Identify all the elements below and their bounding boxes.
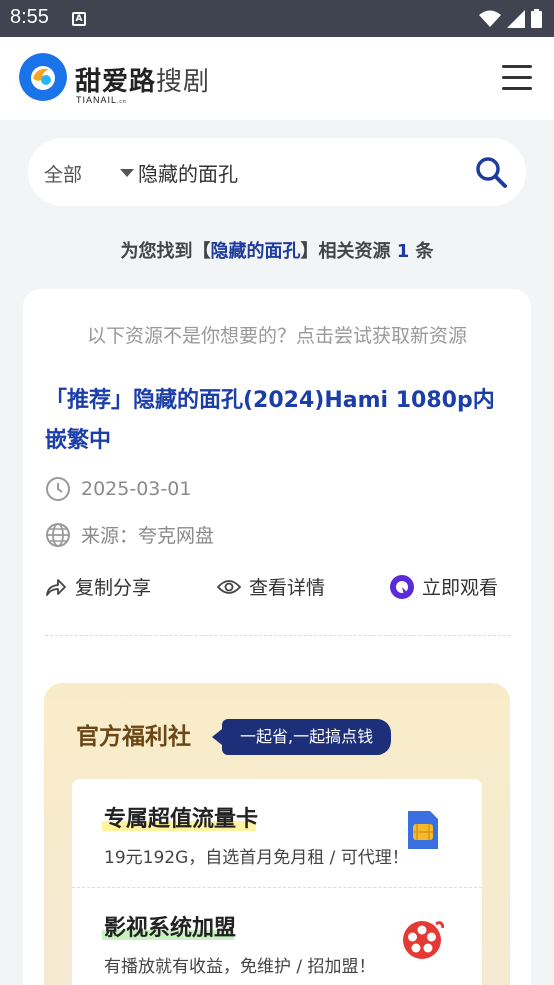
promo-panel: 官方福利社 一起省,一起搞点钱 专属超值流量卡 19元192G，自选首月免月租 … (44, 683, 510, 985)
promo-item-name-text: 影视系统加盟 (104, 916, 237, 941)
sim-card-icon (408, 811, 438, 849)
eye-icon (217, 579, 241, 594)
promo-item-name: 专属超值流量卡 (102, 801, 259, 833)
promo-title: 官方福利社 (76, 724, 191, 750)
caret-down-icon[interactable] (120, 169, 134, 177)
watch-now-button[interactable]: 立即观看 (390, 573, 498, 600)
clock-icon (46, 477, 70, 501)
result-source: 来源：夸克网盘 (81, 525, 215, 547)
watch-now-label: 立即观看 (422, 577, 499, 599)
search-icon[interactable] (474, 155, 508, 189)
result-card: 以下资源不是你想要的？点击尝试获取新资源 「推荐」隐藏的面孔(2024)Hami… (23, 289, 531, 985)
promo-item-sim-card[interactable]: 专属超值流量卡 19元192G，自选首月免月租 / 可代理！ (72, 779, 482, 887)
share-icon (46, 578, 66, 596)
quark-icon (390, 574, 414, 599)
copy-share-label: 复制分享 (75, 577, 152, 599)
source-row: 来源：夸克网盘 (45, 521, 214, 548)
result-summary: 为您找到【隐藏的面孔】相关资源 1 条 (0, 237, 554, 263)
brand-en-text: TIANAIL (76, 95, 118, 105)
promo-item-desc: 有播放就有收益，免维护 / 招加盟！ (104, 957, 376, 977)
copy-share-button[interactable]: 复制分享 (45, 573, 151, 600)
globe-icon (46, 522, 70, 547)
view-details-label: 查看详情 (249, 577, 326, 599)
search-input[interactable] (138, 152, 458, 192)
refresh-hint-link[interactable]: 以下资源不是你想要的？点击尝试获取新资源 (23, 321, 531, 348)
search-bar: 全部 (28, 138, 526, 206)
system-icons (479, 9, 542, 28)
menu-icon-line (502, 87, 532, 90)
promo-item-name: 影视系统加盟 (102, 910, 237, 942)
result-count: 1 (396, 241, 410, 262)
promo-item-film-franchise[interactable]: 影视系统加盟 有播放就有收益，免维护 / 招加盟！ (72, 888, 482, 985)
status-bar: 8:55 A (0, 0, 554, 37)
brand-name: 甜爱路 (75, 67, 157, 97)
result-title-link[interactable]: 「推荐」隐藏的面孔(2024)Hami 1080p内嵌繁中 (45, 381, 515, 461)
logo-icon[interactable] (19, 53, 67, 101)
menu-icon-line (502, 76, 532, 79)
promo-item-name-text: 专属超值流量卡 (104, 807, 259, 832)
date-row: 2025-03-01 (45, 476, 191, 502)
search-scope-select[interactable]: 全部 (44, 160, 82, 187)
brand-english: TIANAIL.cn (76, 95, 127, 105)
app-header: 甜爱路搜剧 TIANAIL.cn (0, 37, 554, 120)
result-suffix: 条 (409, 241, 434, 262)
brand-en-suffix: .cn (117, 99, 127, 105)
battery-icon (531, 9, 542, 28)
status-time: 8:55 (10, 6, 49, 28)
film-reel-icon (403, 921, 444, 959)
view-details-button[interactable]: 查看详情 (217, 573, 325, 600)
notification-icon: A (72, 12, 86, 26)
wifi-icon (479, 10, 501, 27)
brand-title[interactable]: 甜爱路搜剧 (75, 61, 210, 98)
menu-icon (502, 65, 532, 68)
result-middle: 】相关资源 (300, 241, 397, 262)
signal-icon (507, 9, 525, 28)
promo-list: 专属超值流量卡 19元192G，自选首月免月租 / 可代理！ 影视系统加盟 有播… (72, 779, 482, 985)
menu-button[interactable] (502, 65, 532, 91)
result-keyword: 隐藏的面孔 (210, 241, 301, 262)
result-date: 2025-03-01 (81, 478, 192, 500)
card-actions: 复制分享 查看详情 立即观看 (45, 573, 511, 603)
result-prefix: 为您找到【 (120, 241, 211, 262)
promo-tag: 一起省,一起搞点钱 (211, 719, 392, 755)
brand-subtitle: 搜剧 (156, 67, 211, 97)
promo-item-desc: 19元192G，自选首月免月租 / 可代理！ (104, 848, 409, 868)
card-divider (45, 635, 511, 636)
